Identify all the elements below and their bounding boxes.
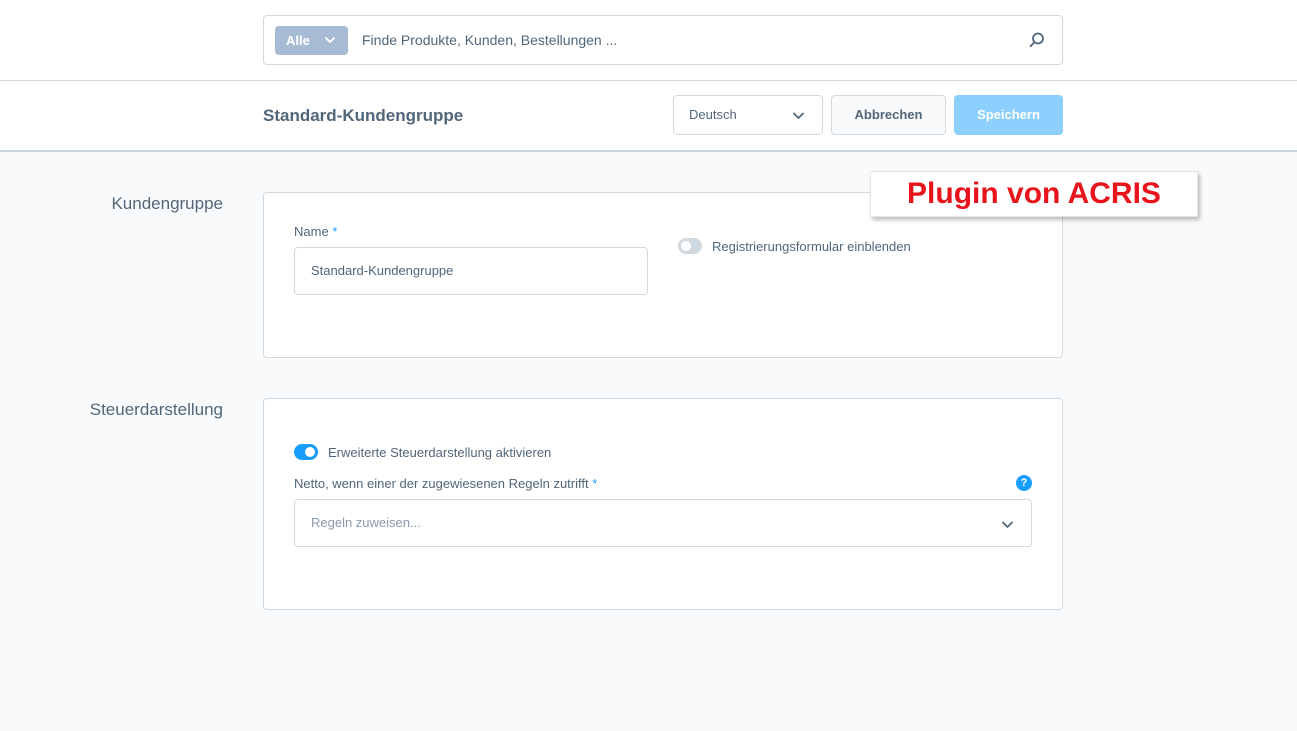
name-label-text: Name: [294, 224, 329, 239]
search-type-label: Alle: [286, 33, 310, 48]
name-input[interactable]: Standard-Kundengruppe: [294, 247, 648, 295]
registration-form-toggle-label[interactable]: Registrierungsformular einblenden: [712, 239, 911, 254]
cancel-button[interactable]: Abbrechen: [831, 95, 946, 135]
rules-label-text: Netto, wenn einer der zugewiesenen Regel…: [294, 476, 589, 491]
toggle-knob: [305, 447, 315, 457]
search-input[interactable]: Finde Produkte, Kunden, Bestellungen ...: [362, 32, 617, 48]
tax-display-card: Erweiterte Steuerdarstellung aktivieren …: [263, 398, 1063, 610]
smart-bar: Standard-Kundengruppe Deutsch Abbrechen …: [0, 81, 1297, 152]
search-type-select[interactable]: Alle: [275, 26, 348, 55]
extended-tax-display-toggle[interactable]: [294, 444, 318, 460]
required-mark: *: [332, 224, 338, 239]
chevron-down-icon: [1002, 521, 1013, 528]
chevron-down-icon: [325, 37, 335, 43]
plugin-annotation: Plugin von ACRIS: [870, 171, 1198, 217]
name-field-label: Name *: [294, 224, 337, 239]
chevron-down-icon: [793, 112, 804, 119]
page-title: Standard-Kundengruppe: [263, 106, 464, 125]
registration-form-toggle[interactable]: [678, 238, 702, 254]
save-button[interactable]: Speichern: [954, 95, 1063, 135]
help-icon[interactable]: ?: [1016, 475, 1032, 491]
section-label-tax-display: Steuerdarstellung: [89, 400, 223, 419]
section-label-customer-group: Kundengruppe: [111, 194, 223, 213]
required-mark: *: [592, 476, 598, 491]
rules-field-label: Netto, wenn einer der zugewiesenen Regel…: [294, 476, 597, 491]
global-search[interactable]: Alle Finde Produkte, Kunden, Bestellunge…: [263, 15, 1063, 65]
top-search-bar: Alle Finde Produkte, Kunden, Bestellunge…: [0, 0, 1297, 81]
extended-tax-display-toggle-label[interactable]: Erweiterte Steuerdarstellung aktivieren: [328, 445, 551, 460]
toggle-knob: [681, 241, 691, 251]
rules-select-placeholder: Regeln zuweisen...: [311, 515, 421, 530]
language-select-value: Deutsch: [689, 107, 737, 122]
rules-select[interactable]: Regeln zuweisen...: [294, 499, 1032, 547]
language-select[interactable]: Deutsch: [673, 95, 823, 135]
search-icon[interactable]: [1028, 31, 1046, 49]
